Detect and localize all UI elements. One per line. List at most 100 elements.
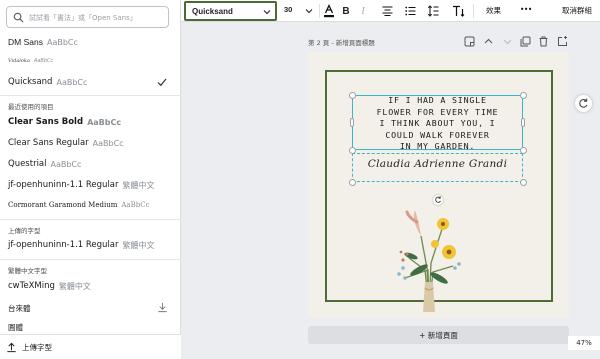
search-icon [13, 12, 24, 23]
quote-text[interactable]: IF I HAD A SINGLE FLOWER FOR EVERY TIME … [352, 95, 523, 153]
font-item-clear-sans-regular[interactable]: Clear Sans Regular AaBbCc [0, 134, 181, 152]
side-handle[interactable] [521, 118, 525, 127]
font-name: 圓體 [8, 322, 23, 332]
rotate-icon [435, 196, 441, 203]
note-icon[interactable] [464, 36, 475, 47]
font-item-quicksand[interactable]: Quicksand AaBbCc [0, 73, 181, 91]
align-button[interactable] [380, 4, 394, 18]
font-name: Quicksand [8, 77, 53, 87]
bold-button[interactable]: B [339, 4, 353, 18]
quote-line: IF I HAD A SINGLE [388, 95, 487, 105]
text-color-button[interactable] [322, 4, 336, 18]
divider [0, 219, 181, 220]
trash-icon[interactable] [538, 36, 549, 47]
font-sample: AaBbCc [50, 159, 82, 169]
effects-button[interactable]: 效果 [486, 5, 501, 16]
font-sample: AaBbCc [92, 138, 124, 148]
design-page[interactable] [308, 52, 569, 318]
upload-icon [7, 342, 16, 352]
font-name: Clear Sans Bold [8, 117, 84, 127]
align-center-icon [382, 6, 392, 16]
font-item-cormorant-garamond[interactable]: Cormorant Garamond Medium AaBbCc [0, 196, 181, 214]
font-item-clear-sans-bold[interactable]: Clear Sans Bold AaBbCc [0, 113, 181, 131]
italic-button[interactable]: I [356, 4, 370, 18]
font-sample: AaBbCc [46, 37, 78, 47]
refresh-icon [579, 98, 588, 108]
resize-handle[interactable] [349, 92, 356, 99]
resize-handle[interactable] [349, 147, 356, 154]
font-name: Questrial [8, 159, 47, 169]
resize-handle[interactable] [520, 92, 527, 99]
chevron-down-icon [305, 9, 313, 14]
toolbar-divider [319, 4, 320, 18]
text-transform-button[interactable] [451, 4, 465, 18]
font-size-value: 30 [284, 5, 293, 14]
font-family-value: Quicksand [192, 7, 233, 16]
font-sample: AaBbCc [121, 201, 150, 209]
font-search-input[interactable] [29, 10, 165, 25]
side-handle[interactable] [350, 118, 354, 127]
list-button[interactable] [403, 4, 417, 18]
rotate-handle[interactable] [433, 195, 443, 205]
divider [0, 95, 181, 96]
font-name: Clear Sans Regular [8, 138, 89, 148]
italic-icon: I [361, 5, 365, 17]
text-transform-icon [452, 5, 464, 17]
font-name: DM Sans [8, 37, 43, 47]
font-size-dropdown[interactable]: 30 [281, 3, 316, 19]
font-item-uploaded-jf-openhuninn[interactable]: jf-openhuninn-1.1 Regular 繁體中文 [0, 236, 181, 254]
ungroup-button[interactable]: 取消群組 [562, 5, 592, 16]
list-icon [404, 6, 415, 16]
check-icon [157, 78, 167, 87]
font-item-tailai[interactable]: 台來體 [0, 299, 181, 317]
font-family-dropdown[interactable]: Quicksand [184, 1, 277, 21]
line-spacing-button[interactable] [426, 4, 440, 18]
uploaded-section-title: 上傳的字型 [8, 227, 41, 235]
font-item-vidaloka[interactable]: Vidaloka AaBbCc [0, 52, 181, 70]
resize-handle[interactable] [349, 179, 356, 186]
add-page-icon[interactable] [557, 36, 568, 47]
quote-line: FLOWER FOR EVERY TIME [376, 106, 499, 117]
upload-font-button[interactable]: 上傳字型 [0, 334, 181, 359]
font-sample: AaBbCc [33, 58, 54, 64]
refresh-button[interactable] [575, 95, 592, 112]
signature-text[interactable]: Claudia Adrienne Grandi [352, 158, 523, 170]
font-item-cwtexming[interactable]: cwTeXMing 繁體中文 [0, 277, 181, 295]
upload-font-label: 上傳字型 [22, 342, 52, 352]
font-item-questrial[interactable]: Questrial AaBbCc [0, 155, 181, 173]
bold-icon: B [342, 5, 350, 17]
line-spacing-icon [427, 5, 438, 17]
download-icon[interactable] [157, 302, 168, 313]
toolbar-divider [473, 4, 474, 18]
add-page-button[interactable]: + 新增頁面 [308, 326, 569, 344]
font-name: cwTeXMing [8, 281, 55, 291]
text-color-icon [324, 4, 334, 18]
quote-line: COULD WALK FOREVER [385, 129, 490, 140]
font-name: Vidaloka [8, 58, 30, 64]
zoom-level[interactable]: 47% [568, 336, 600, 350]
quote-line: I THINK ABOUT YOU, I [379, 118, 496, 129]
more-button[interactable]: ••• [520, 5, 532, 14]
font-search-box[interactable] [6, 6, 169, 28]
chevron-down-icon[interactable] [502, 36, 513, 47]
font-name: Cormorant Garamond Medium [8, 201, 118, 209]
font-item-jf-openhuninn[interactable]: jf-openhuninn-1.1 Regular 繁體中文 [0, 176, 181, 194]
chevron-down-icon [263, 10, 271, 15]
font-panel: DM Sans AaBbCc Vidaloka AaBbCc Quicksand… [0, 0, 181, 359]
font-sample: AaBbCc [56, 77, 88, 87]
font-name: 台來體 [8, 303, 31, 313]
resize-handle[interactable] [520, 179, 527, 186]
font-item-dm-sans[interactable]: DM Sans AaBbCc [0, 33, 181, 51]
resize-handle[interactable] [520, 147, 527, 154]
flower-bouquet-illustration[interactable] [381, 208, 477, 316]
font-sample: 繁體中文 [122, 180, 155, 190]
text-toolbar: Quicksand 30 B I 效果 ••• 取消群組 [181, 0, 600, 22]
chevron-up-icon[interactable] [483, 36, 494, 47]
copy-icon[interactable] [520, 36, 531, 47]
font-name: jf-openhuninn-1.1 Regular [8, 240, 119, 250]
recent-section-title: 最近使用的項目 [8, 103, 54, 111]
quote-line: IN MY GARDEN. [399, 141, 476, 152]
divider [0, 259, 181, 260]
font-sample: 繁體中文 [58, 281, 91, 291]
page-title[interactable]: 第 2 頁 - 新增頁面標題 [308, 37, 375, 47]
